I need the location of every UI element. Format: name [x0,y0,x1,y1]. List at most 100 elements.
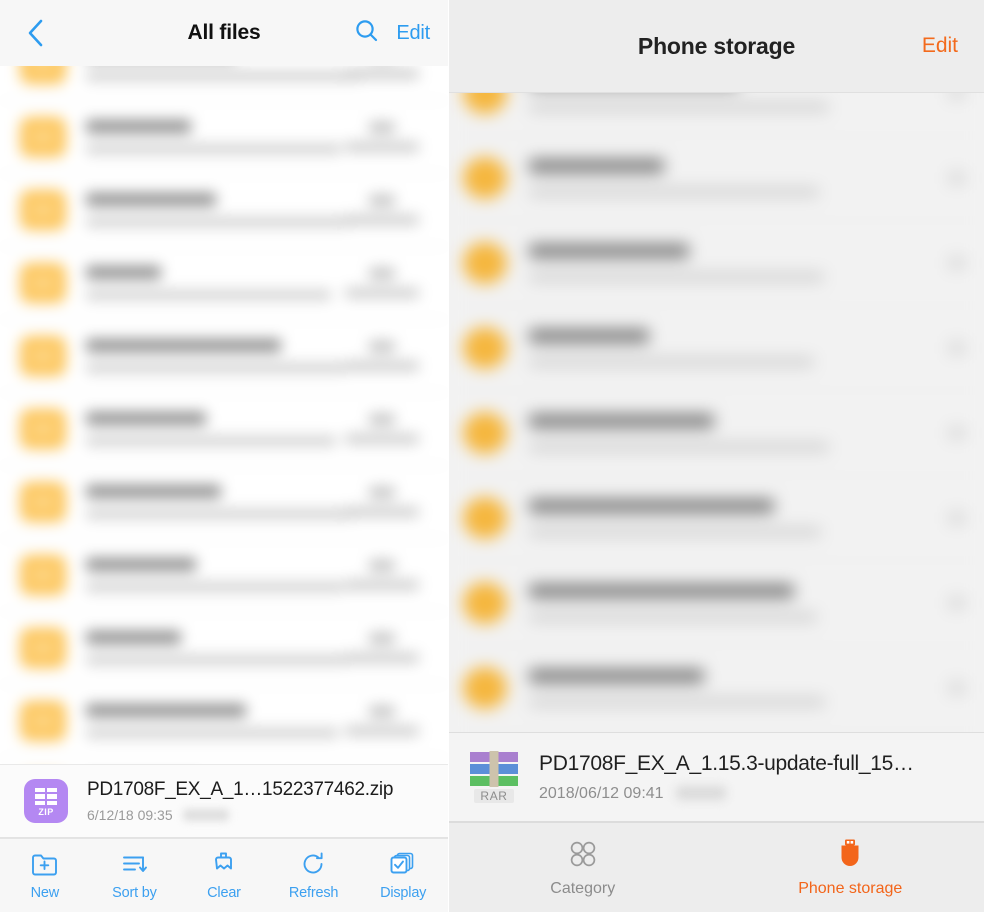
file-list-row[interactable] [449,731,984,732]
category-grid-icon [566,837,600,871]
row-subtitle-placeholder [529,357,814,367]
file-list-row[interactable] [449,136,984,221]
file-list-row[interactable] [0,247,448,320]
blurred-file-size [182,809,229,821]
row-text-block [529,584,940,622]
file-list-row[interactable] [449,391,984,476]
file-list-row[interactable] [449,306,984,391]
file-list-row[interactable] [0,685,448,758]
new-button[interactable]: New [4,850,86,901]
row-size-placeholder [345,288,419,298]
rar-archive-icon: RAR [467,750,521,803]
back-button[interactable] [18,13,52,53]
file-list-row[interactable] [449,93,984,136]
file-date: 6/12/18 09:35 [87,807,173,823]
row-size-placeholder [345,361,419,371]
row-title-placeholder [86,558,196,571]
toolbar-label: Display [380,885,427,901]
folder-icon [20,336,66,376]
selected-file-row[interactable]: RAR PD1708F_EX_A_1.15.3-update-full_15… … [449,732,984,822]
new-folder-icon [31,850,58,878]
row-subtitle-placeholder [86,290,331,300]
tab-phone-storage[interactable]: Phone storage [717,823,984,912]
file-list-row[interactable] [0,393,448,466]
file-list-row[interactable] [0,101,448,174]
sort-by-button[interactable]: Sort by [93,850,175,901]
row-title-placeholder [86,631,181,644]
display-button[interactable]: Display [362,850,444,901]
blurred-file-size [675,785,726,800]
row-title-placeholder [529,499,774,513]
tab-label: Category [550,880,616,897]
row-meta-block [334,633,430,663]
row-title-placeholder [529,329,649,343]
row-meta-block [334,414,430,444]
row-count-placeholder [369,122,395,133]
file-list-row[interactable] [449,646,984,731]
file-list-row[interactable] [0,466,448,539]
file-list-row[interactable] [0,174,448,247]
row-meta-block [334,195,430,225]
row-meta-block [334,341,430,371]
ios-header-actions: Edit [352,18,430,48]
row-title-placeholder [529,159,664,173]
folder-icon [20,66,66,84]
row-title-placeholder [529,414,714,428]
file-list-row[interactable] [0,758,448,764]
row-chevron-placeholder [948,511,966,525]
search-icon [354,18,380,49]
row-count-placeholder [369,195,395,206]
folder-circle-icon [463,497,507,539]
file-list-row[interactable] [449,561,984,646]
rar-blocks-glyph [470,750,518,787]
folder-icon [20,482,66,522]
toolbar-label: Clear [207,885,241,901]
selected-file-meta: PD1708F_EX_A_1.15.3-update-full_15… 2018… [539,752,914,803]
ios-file-list[interactable] [0,66,448,764]
file-name: PD1708F_EX_A_1.15.3-update-full_15… [539,751,914,775]
row-text-block [86,266,334,300]
file-list-row[interactable] [0,66,448,101]
page-title: Phone storage [637,32,796,59]
row-subtitle-placeholder [529,527,821,537]
tab-label: Phone storage [798,880,903,897]
android-app-bar: Phone storage Edit [449,0,984,93]
row-text-block [86,485,354,519]
row-count-placeholder [369,633,395,644]
row-title-placeholder [86,412,206,425]
android-file-list[interactable] [449,93,984,732]
file-list-row[interactable] [449,476,984,561]
clear-button[interactable]: Clear [183,850,265,901]
row-subtitle-placeholder [529,187,819,197]
file-list-row[interactable] [0,320,448,393]
row-title-placeholder [86,120,191,133]
row-title-placeholder [529,669,704,683]
file-list-row[interactable] [0,539,448,612]
row-subtitle-placeholder [86,144,341,154]
folder-circle-icon [463,242,507,284]
brush-clear-icon [210,850,237,878]
row-size-placeholder [345,726,419,736]
toolbar-label: Refresh [288,885,339,901]
bottom-toolbar: New Sort by Clear Refresh Display [0,838,448,912]
rar-spine [489,750,499,787]
row-title-placeholder [86,704,246,717]
edit-button[interactable]: Edit [396,22,430,45]
file-list-row[interactable] [449,221,984,306]
row-text-block [86,558,344,592]
file-list-row[interactable] [0,612,448,685]
folder-icon [20,190,66,230]
folder-circle-icon [463,667,507,709]
display-icon [389,850,417,878]
file-date-row: 6/12/18 09:35 [87,807,393,823]
row-chevron-placeholder [948,426,966,440]
selected-file-row[interactable]: ZIP PD1708F_EX_A_1…1522377462.zip 6/12/1… [0,764,448,838]
edit-button[interactable]: Edit [922,34,958,58]
tab-category[interactable]: Category [449,823,717,912]
row-subtitle-placeholder [529,102,829,112]
refresh-button[interactable]: Refresh [273,850,355,901]
row-chevron-placeholder [948,256,966,270]
dual-screenshot-root: All files Edit ZIP PD1708F_EX_A_1…152237… [0,0,984,912]
search-button[interactable] [352,18,382,48]
row-subtitle-placeholder [86,728,338,738]
